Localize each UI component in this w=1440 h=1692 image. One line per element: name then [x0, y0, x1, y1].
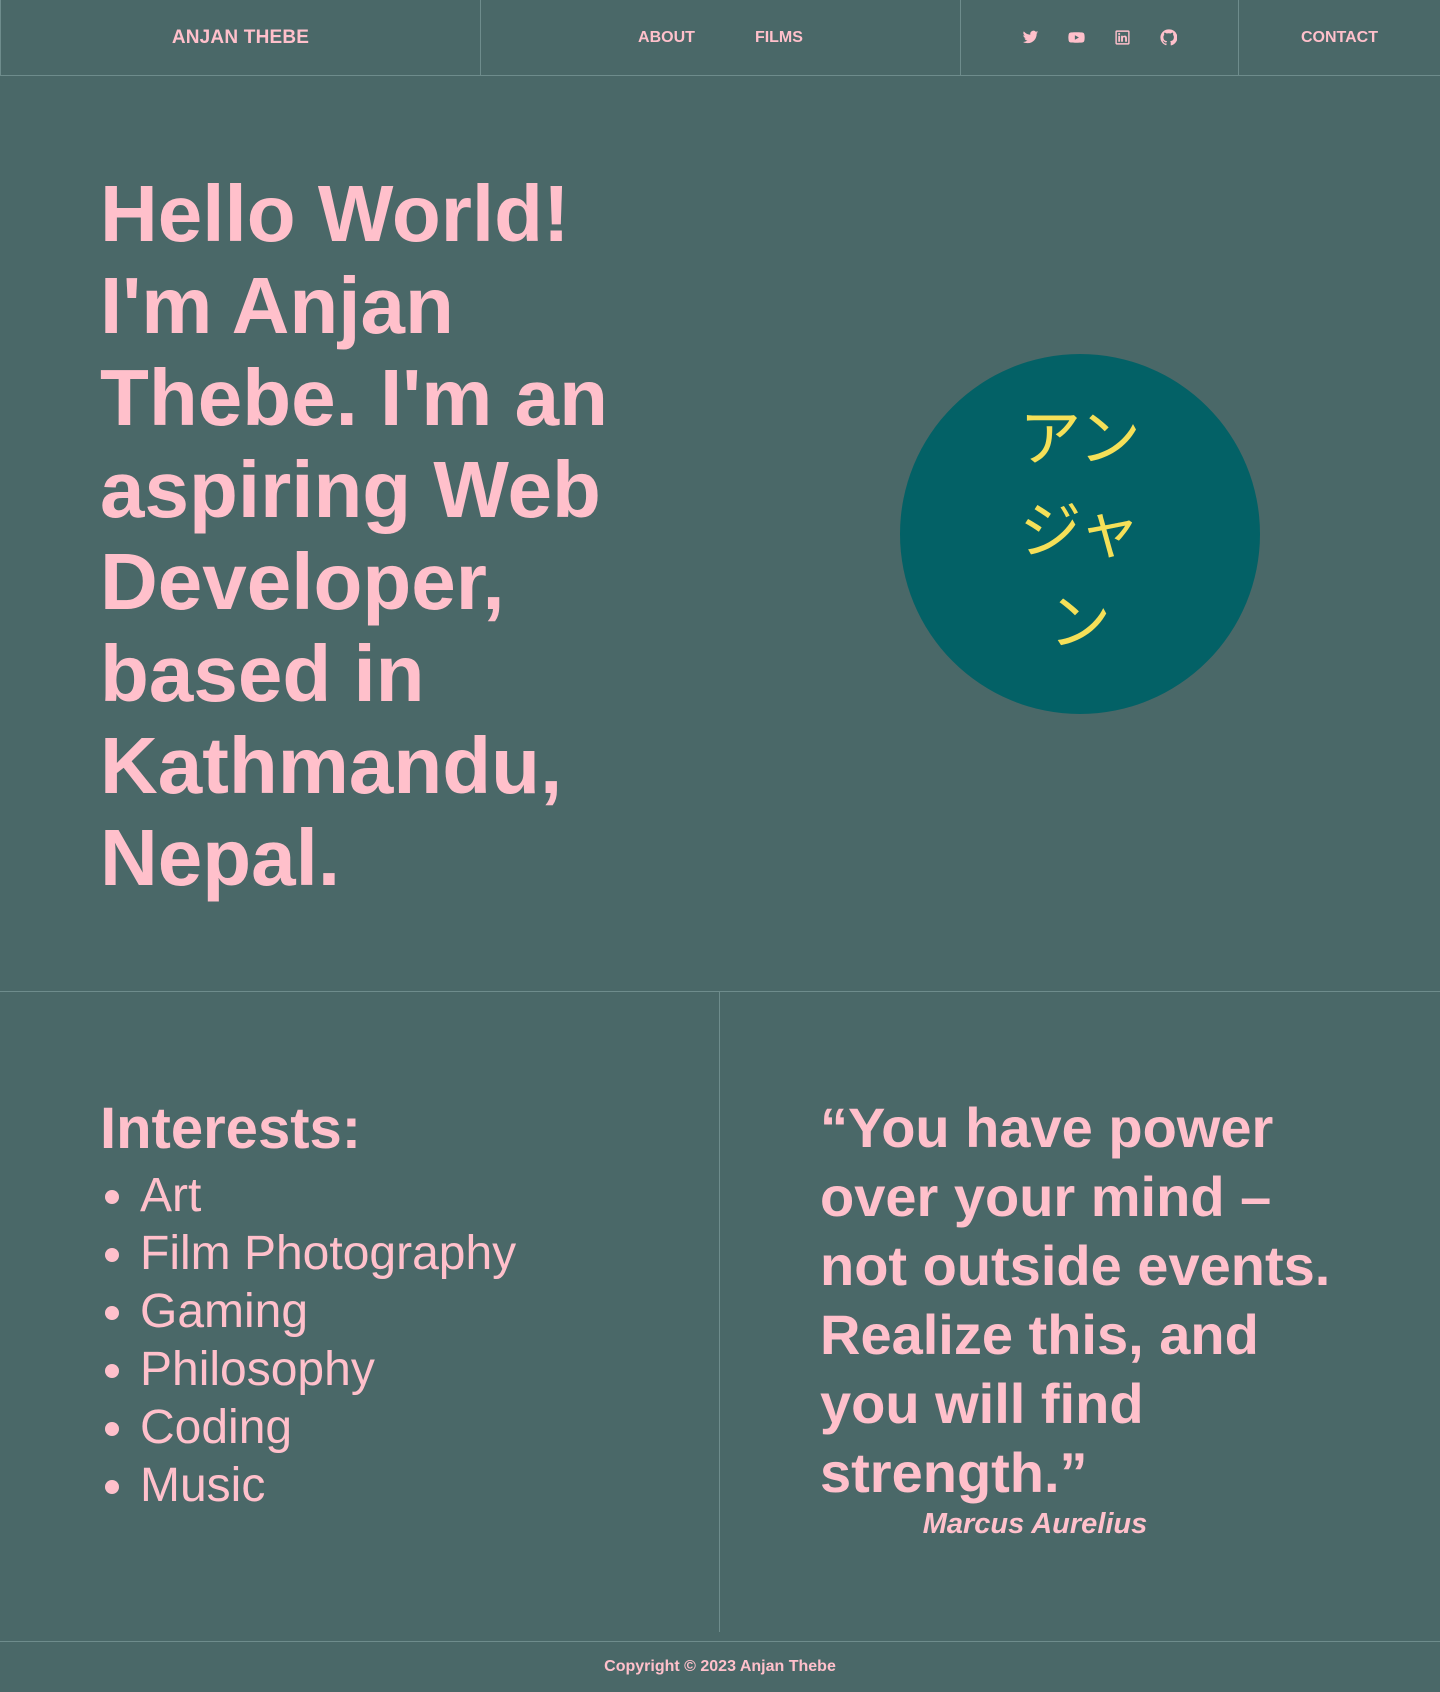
- twitter-icon[interactable]: [1019, 26, 1043, 50]
- interest-item: Film Photography: [140, 1225, 516, 1283]
- hero-section: Hello World! I'm Anjan Thebe. I'm an asp…: [0, 76, 1440, 992]
- contact-cell: CONTACT: [1238, 0, 1440, 75]
- lower-section: Interests: Art Film Photography Gaming P…: [0, 992, 1440, 1632]
- nav-link-films[interactable]: FILMS: [755, 29, 803, 47]
- nav-link-contact[interactable]: CONTACT: [1301, 29, 1378, 47]
- social-links: [960, 0, 1238, 75]
- interests-list: Art Film Photography Gaming Philosophy C…: [100, 1167, 516, 1515]
- vertical-divider: [719, 992, 720, 1632]
- katakana-circle: アンジャン: [900, 354, 1260, 714]
- interests-heading: Interests:: [100, 1096, 362, 1161]
- quote-block: “You have power over your mind – not out…: [820, 1093, 1340, 1541]
- interest-item: Art: [140, 1167, 516, 1225]
- katakana-name: アンジャン: [1019, 402, 1141, 659]
- brand-cell: ANJAN THEBE: [0, 0, 480, 75]
- linkedin-icon[interactable]: [1111, 26, 1135, 50]
- quote-text: “You have power over your mind – not out…: [820, 1096, 1331, 1504]
- github-icon[interactable]: [1157, 26, 1181, 50]
- interest-item: Gaming: [140, 1283, 516, 1341]
- brand-logo-link[interactable]: ANJAN THEBE: [172, 27, 309, 49]
- top-nav: ANJAN THEBE ABOUT FILMS CONTACT: [0, 0, 1440, 76]
- interest-item: Coding: [140, 1399, 516, 1457]
- interests-block: Interests: Art Film Photography Gaming P…: [100, 1093, 516, 1515]
- nav-link-about[interactable]: ABOUT: [638, 29, 695, 47]
- hero-intro: Hello World! I'm Anjan Thebe. I'm an asp…: [100, 169, 609, 902]
- copyright-text: Copyright © 2023 Anjan Thebe: [604, 1658, 836, 1675]
- interest-item: Philosophy: [140, 1341, 516, 1399]
- youtube-icon[interactable]: [1065, 26, 1089, 50]
- quote-author: Marcus Aurelius: [922, 1508, 1148, 1540]
- interest-item: Music: [140, 1457, 516, 1515]
- footer: Copyright © 2023 Anjan Thebe: [0, 1641, 1440, 1692]
- nav-links: ABOUT FILMS: [480, 0, 960, 75]
